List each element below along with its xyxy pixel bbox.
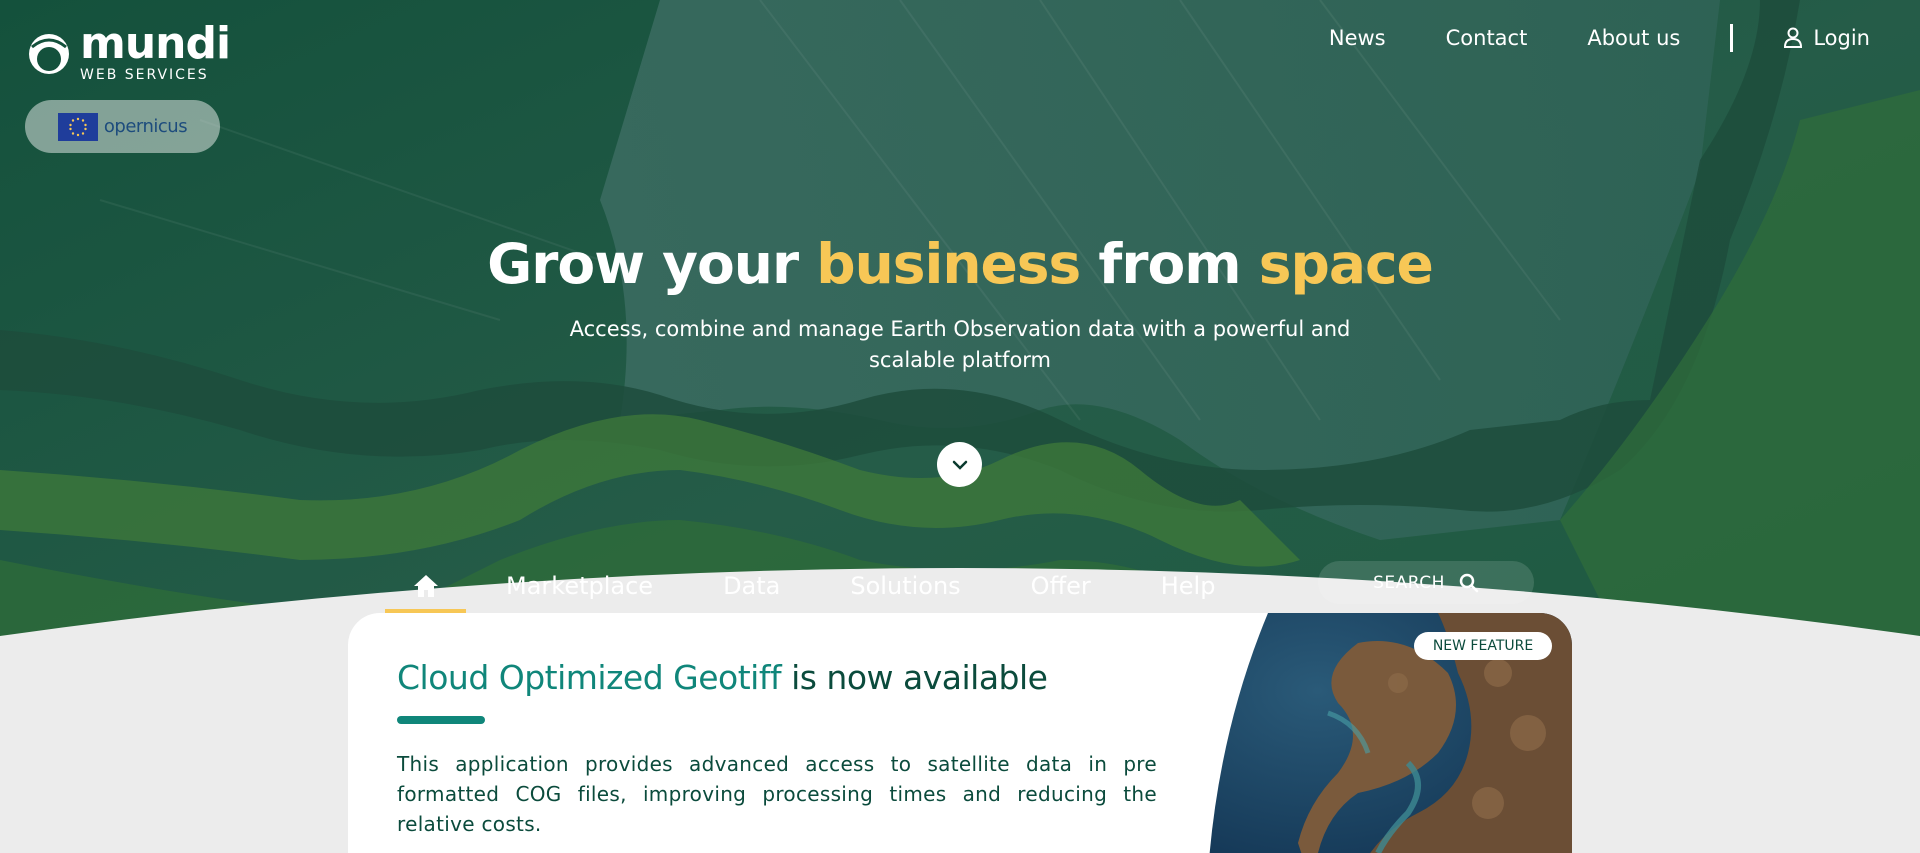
search-label: SEARCH [1373,572,1445,593]
feature-title: Cloud Optimized Geotiff is now available [397,658,1048,697]
title-underline [397,716,485,724]
search-button[interactable]: SEARCH [1318,561,1534,604]
brand-subtitle: WEB SERVICES [80,67,209,83]
copernicus-partner-logo[interactable]: opernicus [25,100,220,153]
eu-flag-icon [57,112,98,141]
nav-link-about-us[interactable]: About us [1587,26,1680,50]
nav-offer[interactable]: Offer [1031,560,1091,612]
headline-highlight-space: space [1258,232,1434,296]
login-link[interactable]: Login [1783,26,1870,50]
nav-help[interactable]: Help [1161,560,1216,612]
nav-home[interactable] [385,560,466,615]
feature-title-accent: Cloud Optimized Geotiff [397,658,782,697]
feature-title-rest: is now available [781,658,1048,697]
top-navigation: News Contact About us Login [1329,24,1870,52]
main-navigation: Marketplace Data Solutions Offer Help [385,560,1285,615]
chevron-down-icon [952,460,967,470]
login-label: Login [1813,26,1870,50]
feature-card[interactable]: Cloud Optimized Geotiff is now available… [348,613,1572,853]
search-icon [1459,573,1479,592]
nav-marketplace[interactable]: Marketplace [506,560,653,612]
feature-description: This application provides advanced acces… [397,752,1157,836]
scroll-down-button[interactable] [937,442,982,487]
headline-text-2: from [1080,232,1259,296]
hero-tagline: Access, combine and manage Earth Observa… [569,317,1351,372]
brand-name: mundi [80,18,231,69]
new-feature-badge: NEW FEATURE [1414,632,1552,660]
nav-link-contact[interactable]: Contact [1446,26,1528,50]
nav-link-news[interactable]: News [1329,26,1386,50]
page: mundi WEB SERVICES opernicus News Contac… [0,0,1920,853]
hero-headline: Grow your business from space [0,232,1920,296]
headline-text-1: Grow your [487,232,817,296]
mundi-logo[interactable]: mundi WEB SERVICES [26,18,231,83]
home-icon [413,575,438,597]
headline-highlight-business: business [816,232,1081,296]
mundi-logo-icon [29,34,69,74]
nav-data[interactable]: Data [723,560,780,612]
user-icon [1784,27,1803,48]
nav-solutions[interactable]: Solutions [850,560,960,612]
copernicus-logo-text: opernicus [103,116,188,137]
nav-divider [1730,24,1734,52]
